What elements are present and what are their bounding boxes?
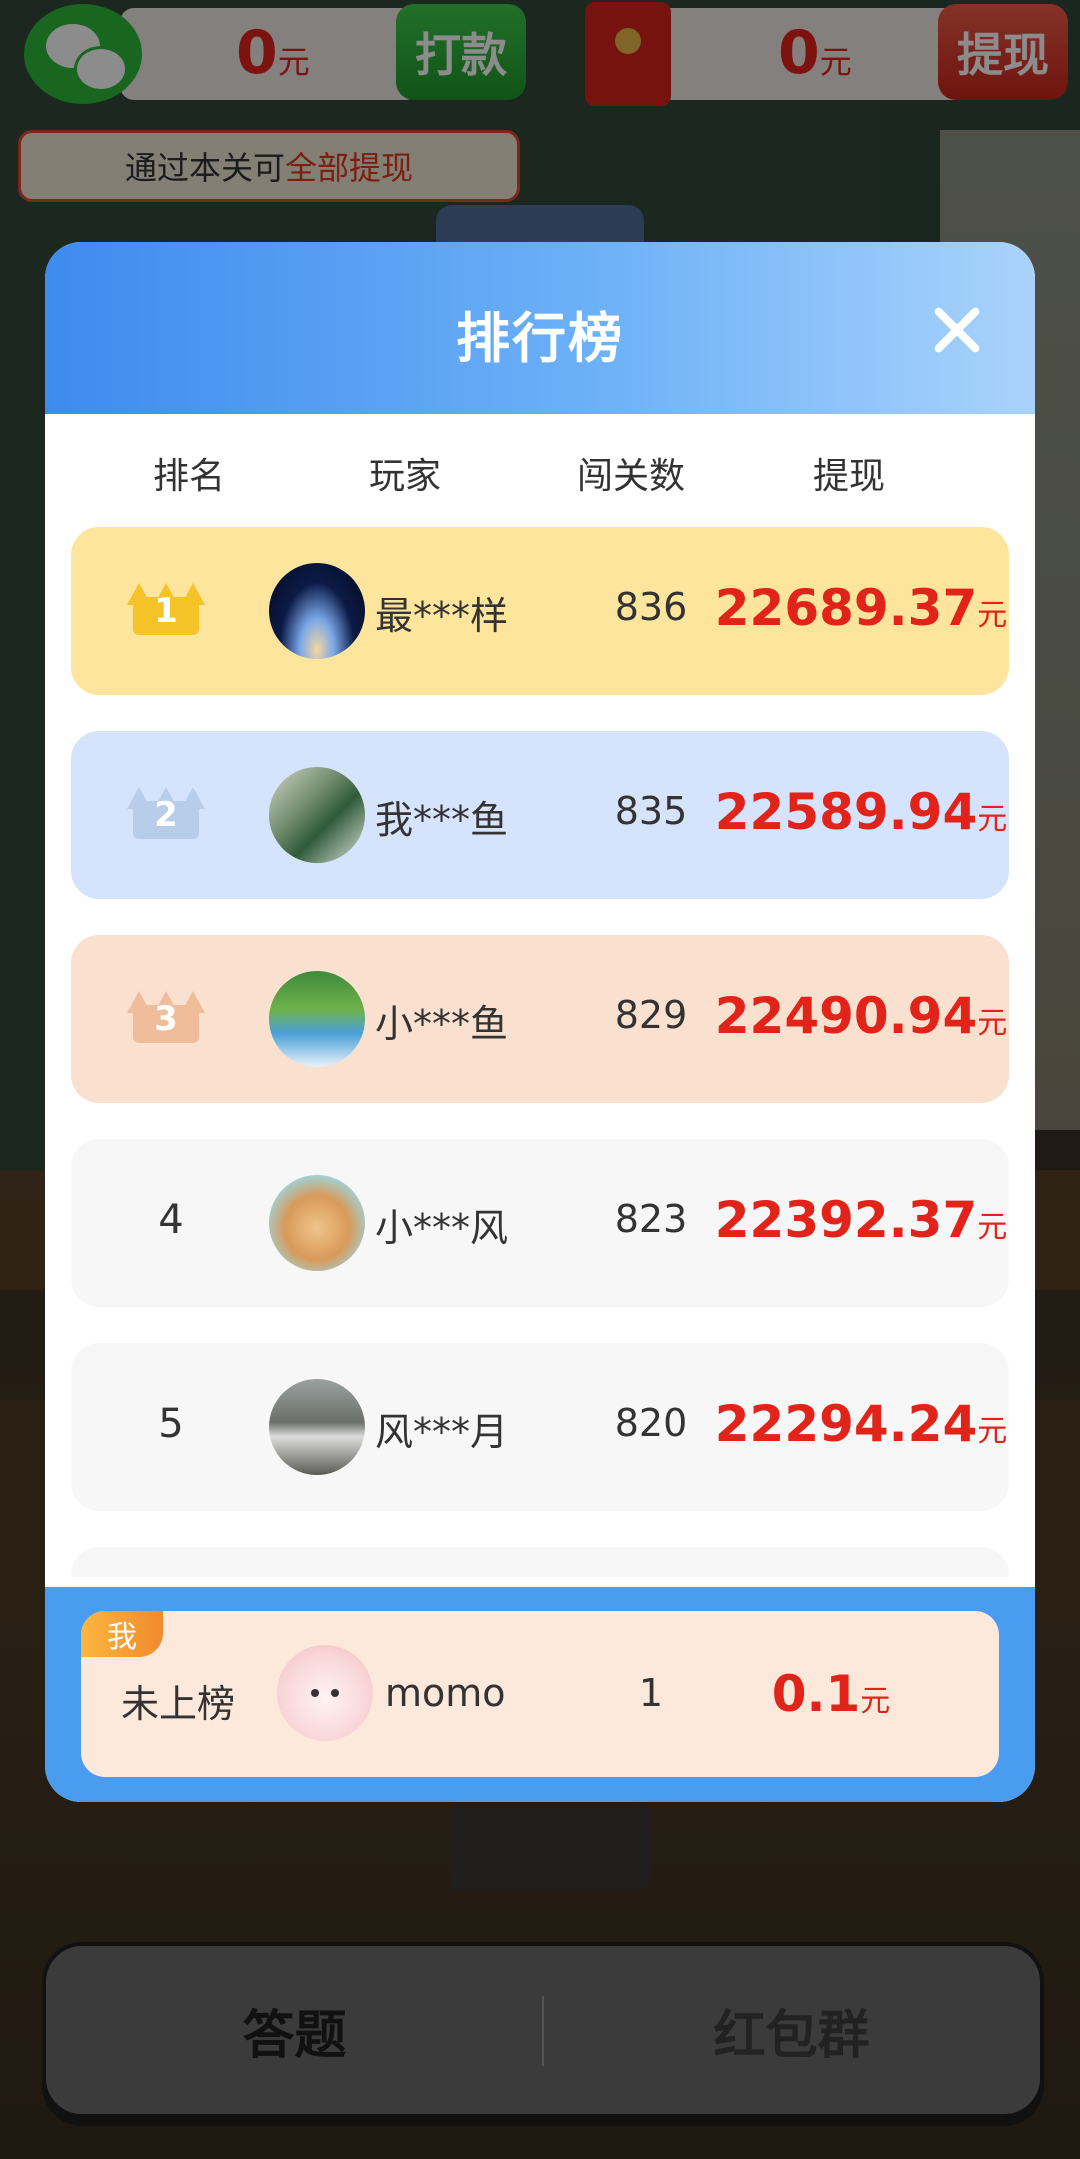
avatar (269, 767, 365, 863)
table-row: 2 我***鱼 835 22589.94元 (71, 731, 1009, 899)
level-count: 823 (614, 1197, 688, 1241)
rank-number: 3 (154, 999, 178, 1039)
player-name: 风***月 (375, 1410, 509, 1454)
bronze-crown-icon: 3 (127, 991, 205, 1043)
table-row: 5 风***月 820 22294.24元 (71, 1343, 1009, 1511)
column-withdraw: 提现 (812, 456, 885, 497)
rank-number: 2 (154, 795, 178, 835)
level-count: 836 (614, 585, 688, 629)
me-badge: 我 (81, 1611, 163, 1657)
player-name: 我***鱼 (375, 798, 509, 842)
avatar (269, 971, 365, 1067)
my-level-count: 1 (638, 1671, 664, 1715)
my-name: momo (385, 1671, 506, 1715)
table-row: 4 小***风 823 22392.37元 (71, 1139, 1009, 1307)
cash-amount: 22392.37元 (714, 1191, 1008, 1249)
cash-amount: 22294.24元 (714, 1395, 1008, 1453)
rank-number: 5 (158, 1401, 184, 1447)
level-count: 820 (614, 1401, 688, 1445)
bottom-nav: 答题 红包群 (42, 1942, 1044, 2118)
column-player: 玩家 (368, 456, 441, 497)
avatar (269, 1379, 365, 1475)
tab-answer[interactable]: 答题 (46, 1946, 543, 2114)
modal-header: 排行榜 (45, 242, 1035, 414)
my-cash-amount: 0.1元 (771, 1665, 891, 1723)
rank-number: 1 (154, 591, 178, 631)
leaderboard-list[interactable]: 1 最***样 836 22689.37元 2 我***鱼 835 22589.… (71, 527, 1009, 1577)
level-count: 835 (614, 789, 688, 833)
cash-amount: 22689.37元 (714, 579, 1008, 637)
level-count: 829 (614, 993, 688, 1037)
gold-crown-icon: 1 (127, 583, 205, 635)
column-rank: 排名 (152, 456, 225, 497)
silver-crown-icon: 2 (127, 787, 205, 839)
column-levels: 闯关数 (576, 456, 685, 497)
avatar (269, 563, 365, 659)
leaderboard-modal: 排行榜 排名 玩家 闯关数 提现 1 最***样 836 22689.37元 2… (45, 242, 1035, 1802)
table-row: 3 小***鱼 829 22490.94元 (71, 935, 1009, 1103)
player-name: 小***风 (375, 1206, 509, 1250)
my-rank: 未上榜 (121, 1682, 236, 1726)
close-icon[interactable] (925, 298, 989, 362)
rank-number: 4 (158, 1197, 184, 1243)
modal-title: 排行榜 (456, 307, 624, 370)
avatar (277, 1645, 373, 1741)
avatar (269, 1175, 365, 1271)
player-name: 最***样 (375, 594, 509, 638)
my-rank-card: 我 未上榜 momo 1 0.1元 (81, 1611, 999, 1777)
cash-amount: 22490.94元 (714, 987, 1008, 1045)
table-row: 1 最***样 836 22689.37元 (71, 527, 1009, 695)
cash-amount: 22589.94元 (714, 783, 1008, 841)
table-row (71, 1547, 1009, 1577)
tab-redpacket-group[interactable]: 红包群 (543, 1946, 1040, 2114)
player-name: 小***鱼 (375, 1002, 509, 1046)
my-rank-bar: 我 未上榜 momo 1 0.1元 (45, 1587, 1035, 1802)
